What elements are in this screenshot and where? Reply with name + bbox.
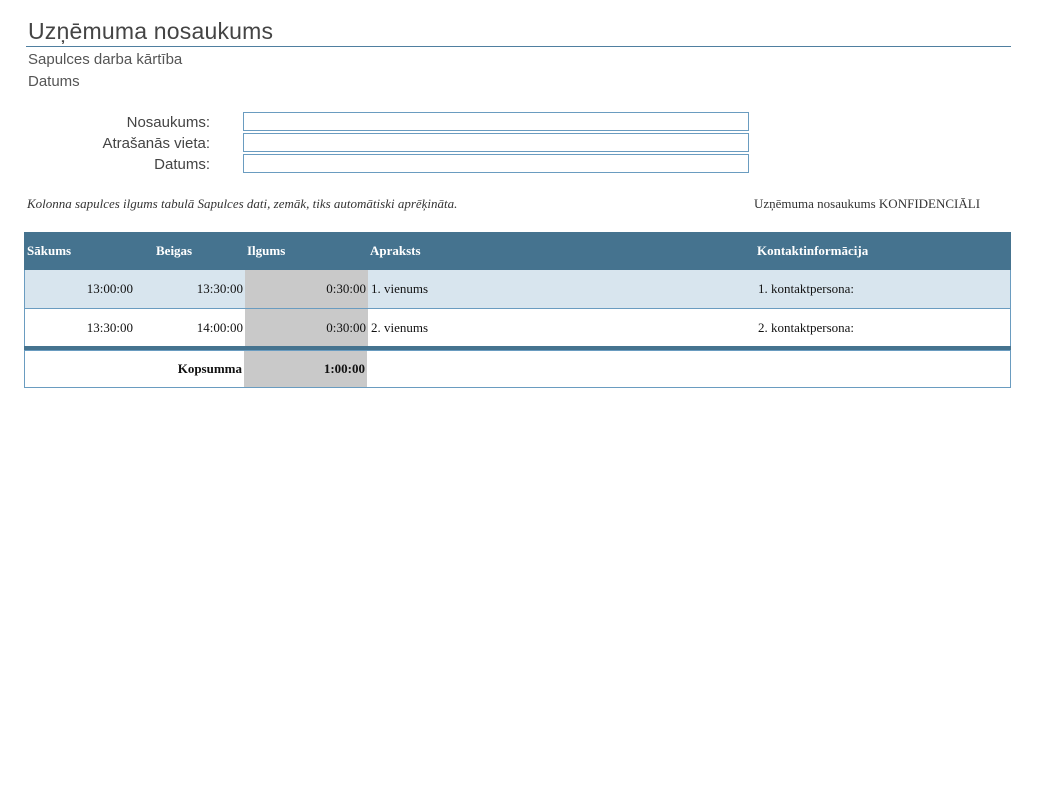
table-row: 13:30:00 14:00:00 0:30:00 2. vienums 2. … (24, 308, 1011, 346)
name-label: Nosaukums: (126, 114, 210, 131)
auto-calc-note: Kolonna sapulces ilgums tabulā Sapulces … (27, 196, 458, 211)
date-field[interactable] (243, 154, 749, 173)
end-cell[interactable]: 13:30:00 (135, 270, 245, 308)
duration-cell: 0:30:00 (245, 309, 368, 346)
table-row: 13:00:00 13:30:00 0:30:00 1. vienums 1. … (24, 270, 1011, 308)
end-cell[interactable]: 14:00:00 (135, 309, 245, 346)
header-start: Sākums (27, 243, 72, 258)
total-duration: 1:00:00 (244, 351, 367, 387)
header-contact: Kontaktinformācija (757, 243, 869, 258)
meeting-table: Sākums Beigas Ilgums Apraksts Kontaktinf… (24, 232, 1011, 388)
header-end: Beigas (156, 243, 193, 258)
description-cell[interactable]: 2. vienums (368, 309, 755, 346)
page-subtitle: Sapulces darba kārtība (28, 51, 183, 68)
total-label: Kopsumma (177, 361, 242, 376)
duration-cell: 0:30:00 (245, 270, 368, 308)
confidential-label: Uzņēmuma nosaukums KONFIDENCIĀLI (754, 196, 981, 211)
start-cell[interactable]: 13:00:00 (25, 270, 135, 308)
table-header-row: Sākums Beigas Ilgums Apraksts Kontaktinf… (24, 232, 1011, 270)
location-field[interactable] (243, 133, 749, 152)
start-cell[interactable]: 13:30:00 (25, 309, 135, 346)
date-field-label: Datums: (154, 156, 210, 173)
date-label: Datums (28, 73, 80, 90)
name-field[interactable] (243, 112, 749, 131)
header-duration: Ilgums (247, 243, 286, 258)
description-cell[interactable]: 1. vienums (368, 270, 755, 308)
contact-cell[interactable]: 2. kontaktpersona: (755, 309, 1012, 346)
page-title: Uzņēmuma nosaukums (28, 18, 274, 44)
total-row: Kopsumma 1:00:00 (24, 350, 1011, 388)
title-divider (26, 46, 1011, 47)
contact-cell[interactable]: 1. kontaktpersona: (755, 270, 1012, 308)
header-description: Apraksts (370, 243, 421, 258)
location-label: Atrašanās vieta: (102, 135, 210, 152)
